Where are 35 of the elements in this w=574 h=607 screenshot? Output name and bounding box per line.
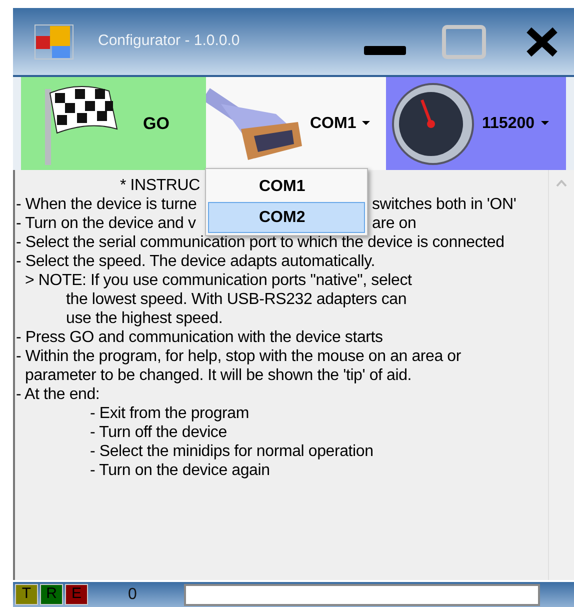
instruction-text: - Select the minidips for normal operation xyxy=(90,442,374,461)
caret-icon xyxy=(540,121,549,126)
window-title: Configurator - 1.0.0.0 xyxy=(98,31,240,52)
app-icon xyxy=(34,24,74,60)
instruction-text: - Turn off the device xyxy=(90,423,227,442)
scroll-up-icon[interactable] xyxy=(556,180,567,187)
instruction-text: are on xyxy=(372,214,416,233)
instruction-text: * INSTRUC xyxy=(120,176,200,195)
speed-dropdown[interactable]: 115200 xyxy=(386,77,566,170)
instruction-text: parameter to be changed. It will be shown the 'tip' of aid. xyxy=(25,366,412,385)
port-dropdown[interactable]: COM1 xyxy=(206,77,386,170)
instruction-text: use the highest speed. xyxy=(66,309,223,328)
instruction-text: the lowest speed. With USB-RS232 adapters can xyxy=(66,290,407,309)
close-icon[interactable] xyxy=(526,26,558,56)
instruction-text: - Select the serial communication port to which the device is connected xyxy=(16,233,504,252)
maximize-icon[interactable] xyxy=(442,24,486,58)
minimize-icon[interactable] xyxy=(364,44,408,56)
instruction-text: - Turn on the device again xyxy=(90,461,270,480)
instruction-text: - Select the speed. The device adapts automatically. xyxy=(16,252,375,271)
instruction-text: - Press GO and communication with the device starts xyxy=(16,328,383,347)
menu-item[interactable]: COM1 xyxy=(208,171,365,202)
instruction-text: - Exit from the program xyxy=(90,404,250,423)
status-indicator: T xyxy=(15,584,38,605)
instruction-text: > NOTE: If you use communication ports "native", select xyxy=(25,271,412,290)
caret-icon xyxy=(362,121,370,126)
status-indicator: R xyxy=(40,584,63,605)
instruction-text: - Within the program, for help, stop with the mouse on an area or xyxy=(16,347,462,366)
instruction-text: switches both in 'ON' xyxy=(372,195,516,214)
instruction-text: - When the device is turne xyxy=(16,195,197,214)
counter: 0 xyxy=(128,584,138,604)
menu-item[interactable]: COM2 xyxy=(208,202,365,233)
instruction-text: - At the end: xyxy=(16,385,100,404)
instruction-text: - Turn on the device and v xyxy=(16,214,196,233)
status-indicator: E xyxy=(65,584,88,605)
go-button[interactable]: GO xyxy=(21,77,206,170)
